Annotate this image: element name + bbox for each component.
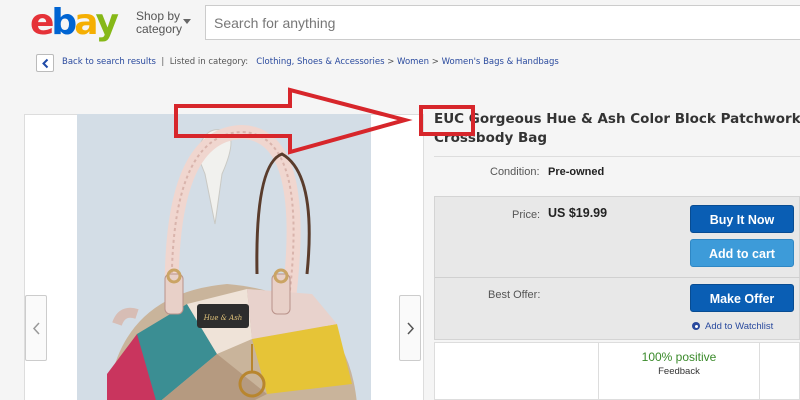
shop-by-category-button[interactable]: Shop by category bbox=[136, 10, 191, 36]
make-offer-button[interactable]: Make Offer bbox=[690, 284, 794, 312]
eye-icon bbox=[692, 322, 700, 330]
chevron-left-icon bbox=[42, 58, 49, 69]
listing-title: EUC Gorgeous Hue & Ash Color Block Patch… bbox=[434, 110, 800, 148]
logo-letter-b: b bbox=[51, 2, 77, 43]
seller-positive-rating: 100% positive bbox=[641, 350, 717, 364]
seller-feedback-label: Feedback bbox=[658, 366, 700, 377]
logo-letter-y: y bbox=[95, 2, 120, 43]
breadcrumb-item-clothing[interactable]: Clothing, Shoes & Accessories bbox=[256, 57, 384, 67]
condition-label: Condition: bbox=[490, 166, 540, 178]
add-to-watchlist-link[interactable]: Add to Watchlist bbox=[692, 321, 773, 332]
logo-letter-e: e bbox=[30, 2, 54, 43]
chevron-right-icon bbox=[407, 322, 415, 335]
shop-by-line2: category bbox=[136, 22, 183, 36]
divider bbox=[434, 156, 800, 157]
back-button[interactable] bbox=[36, 54, 54, 72]
breadcrumb-separator: > bbox=[431, 57, 439, 67]
listing-title-line1: EUC Gorgeous Hue & Ash Color Block Patch… bbox=[434, 111, 800, 127]
add-to-cart-button[interactable]: Add to cart bbox=[690, 239, 794, 267]
listing-title-line2: Crossbody Bag bbox=[434, 130, 548, 146]
condition-value: Pre-owned bbox=[548, 166, 605, 178]
divider bbox=[435, 277, 800, 278]
breadcrumb-item-women[interactable]: Women bbox=[397, 57, 429, 67]
handbag-image: Hue & Ash bbox=[77, 114, 371, 400]
caret-down-icon bbox=[183, 19, 191, 24]
chevron-left-icon bbox=[32, 322, 40, 335]
product-photo[interactable]: Hue & Ash bbox=[77, 114, 371, 400]
listed-in-label: Listed in category: bbox=[169, 57, 249, 67]
gallery-next-button[interactable] bbox=[399, 295, 421, 361]
bag-brand-text: Hue & Ash bbox=[203, 314, 243, 322]
logo-letter-a: a bbox=[74, 2, 98, 43]
price-value: US $19.99 bbox=[548, 206, 608, 220]
watchlist-label: Add to Watchlist bbox=[705, 321, 774, 332]
price-label: Price: bbox=[512, 209, 541, 221]
ebay-listing-page: ebay Shop by category Search for anythin… bbox=[0, 0, 800, 400]
gallery-prev-button[interactable] bbox=[25, 295, 47, 361]
best-offer-label: Best Offer: bbox=[488, 289, 541, 301]
site-header: ebay Shop by category Search for anythin… bbox=[0, 0, 800, 46]
back-to-results-link[interactable]: Back to search results bbox=[62, 57, 156, 67]
breadcrumb-item-handbags[interactable]: Women's Bags & Handbags bbox=[442, 57, 559, 67]
ebay-logo[interactable]: ebay bbox=[30, 2, 120, 43]
buy-it-now-button[interactable]: Buy It Now bbox=[690, 205, 794, 233]
search-input[interactable]: Search for anything bbox=[205, 5, 800, 40]
breadcrumb-separator: > bbox=[387, 57, 395, 67]
